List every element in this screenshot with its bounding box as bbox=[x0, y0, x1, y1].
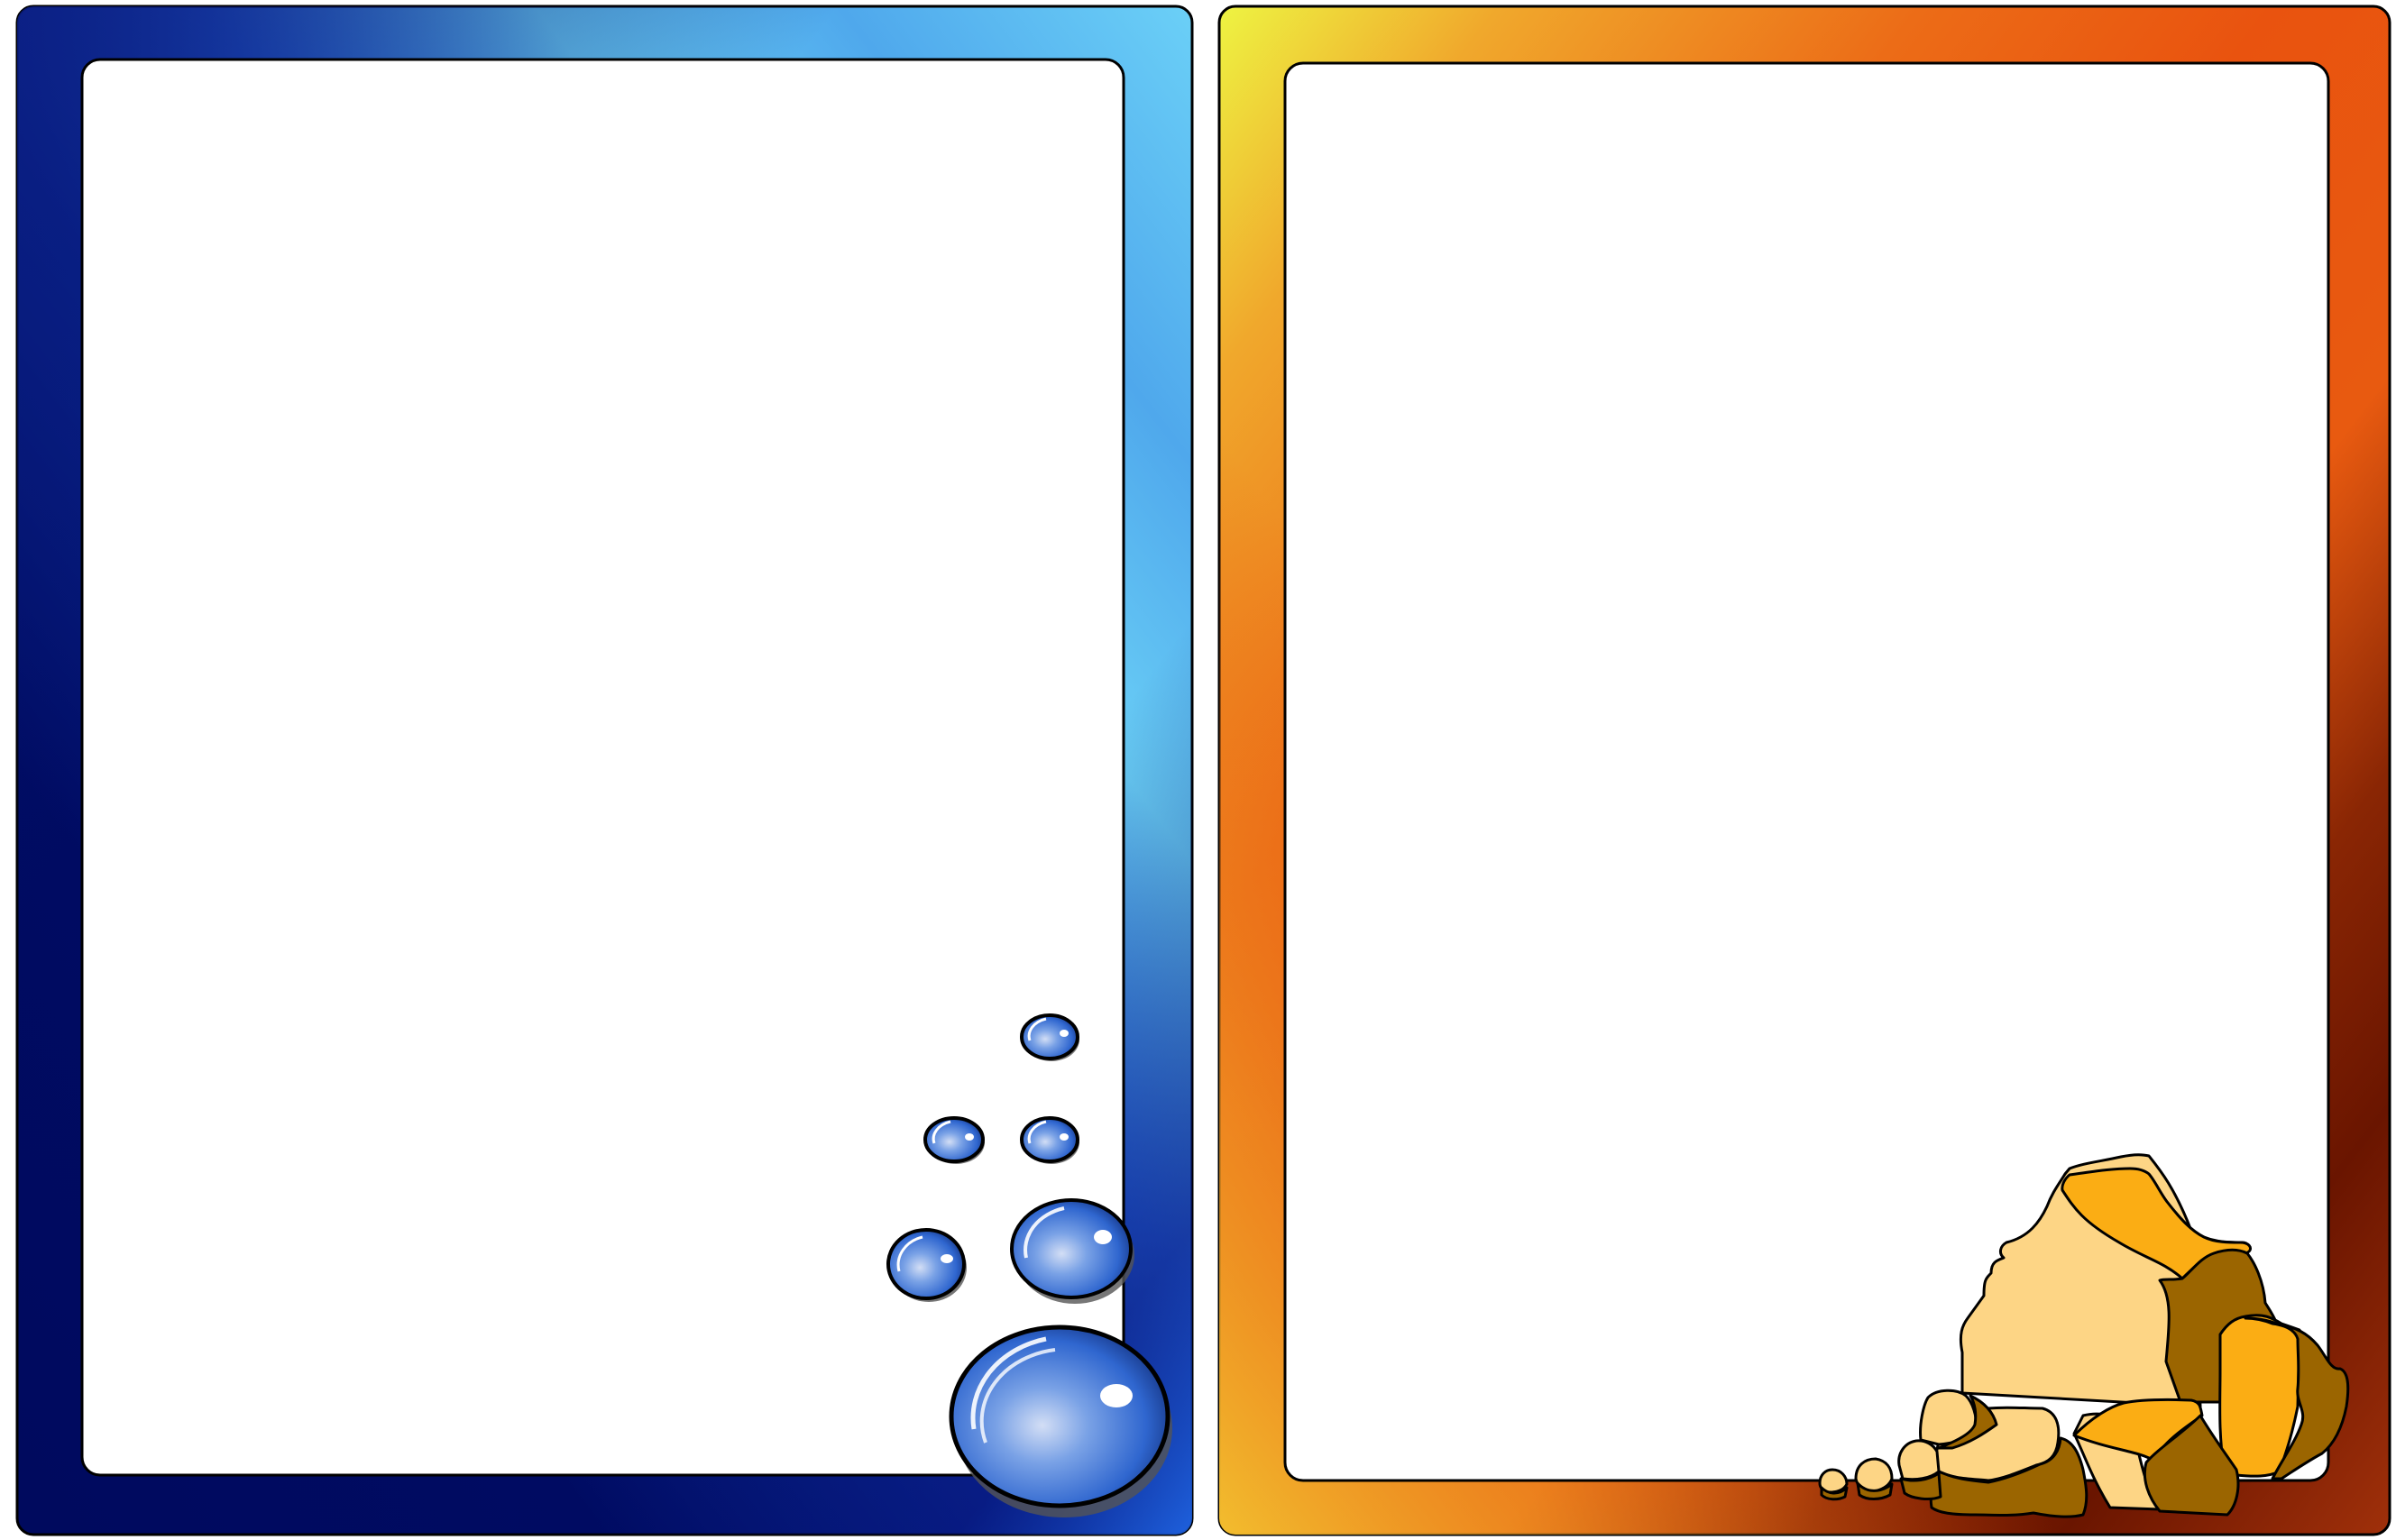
bubble bbox=[1020, 1116, 1079, 1164]
bubble bbox=[886, 1228, 967, 1302]
frames-scene bbox=[15, 5, 2391, 1536]
water-frame bbox=[15, 5, 1194, 1536]
rock bbox=[1897, 1439, 1941, 1481]
earth-frame bbox=[1217, 5, 2391, 1536]
water-frame-panel bbox=[80, 58, 1125, 1477]
bubble bbox=[1020, 1013, 1079, 1061]
bubble bbox=[923, 1116, 985, 1164]
